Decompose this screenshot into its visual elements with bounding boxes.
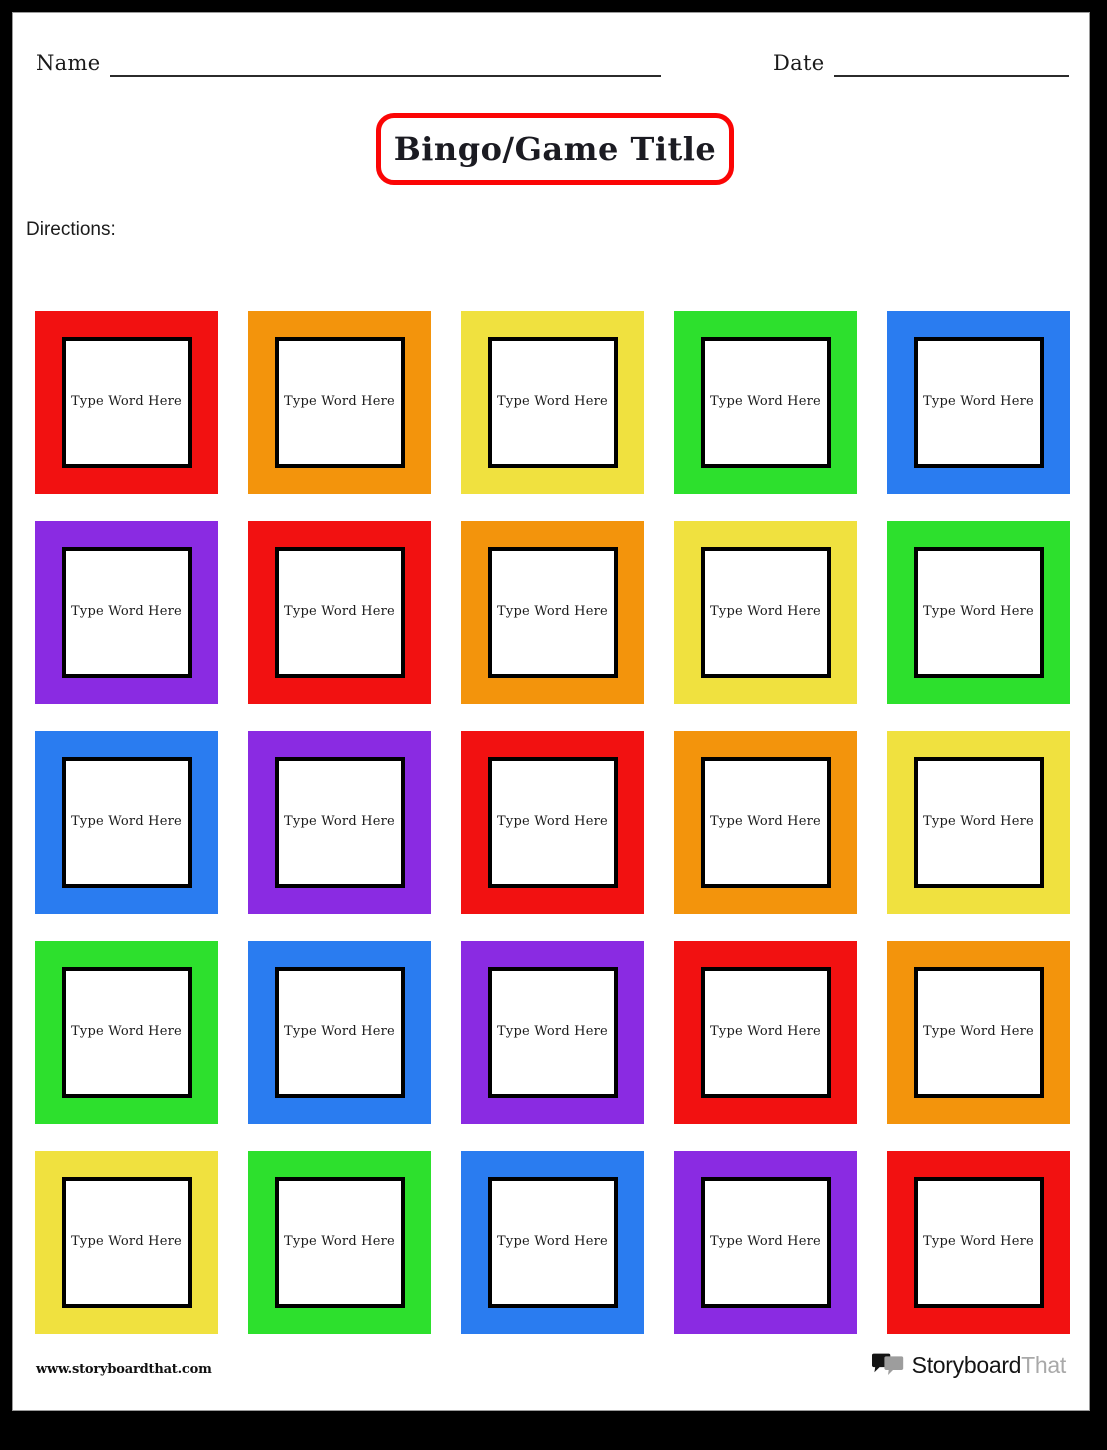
- bingo-cell-word-box[interactable]: Type Word Here: [487, 337, 618, 468]
- bingo-cell-text: Type Word Here: [497, 1024, 608, 1040]
- bingo-cell-text: Type Word Here: [284, 1234, 395, 1250]
- storyboardthat-logo[interactable]: StoryboardThat: [871, 1352, 1066, 1379]
- date-field[interactable]: Date: [773, 51, 1069, 77]
- bingo-cell[interactable]: Type Word Here: [461, 941, 644, 1124]
- bingo-cell-word-box[interactable]: Type Word Here: [700, 337, 831, 468]
- bingo-cell-text: Type Word Here: [923, 604, 1034, 620]
- bingo-cell[interactable]: Type Word Here: [674, 941, 857, 1124]
- speech-bubbles-icon: [871, 1353, 905, 1378]
- bingo-cell-word-box[interactable]: Type Word Here: [61, 757, 192, 888]
- bingo-cell[interactable]: Type Word Here: [35, 311, 218, 494]
- bingo-cell[interactable]: Type Word Here: [248, 521, 431, 704]
- logo-word-secondary: That: [1021, 1352, 1066, 1378]
- bingo-cell-word-box[interactable]: Type Word Here: [274, 547, 405, 678]
- bingo-cell-text: Type Word Here: [710, 604, 821, 620]
- bingo-cell-word-box[interactable]: Type Word Here: [274, 337, 405, 468]
- bingo-cell-text: Type Word Here: [923, 1234, 1034, 1250]
- logo-wordmark: StoryboardThat: [911, 1352, 1067, 1379]
- worksheet-page: Name Date Bingo/Game Title Directions: T…: [12, 12, 1090, 1411]
- bingo-cell[interactable]: Type Word Here: [461, 521, 644, 704]
- page-title: Bingo/Game Title: [393, 130, 717, 168]
- bingo-cell[interactable]: Type Word Here: [461, 311, 644, 494]
- bingo-cell[interactable]: Type Word Here: [887, 1151, 1070, 1334]
- logo-word-primary: Storyboard: [911, 1352, 1022, 1378]
- bingo-cell-word-box[interactable]: Type Word Here: [913, 1177, 1044, 1308]
- bingo-cell-word-box[interactable]: Type Word Here: [61, 337, 192, 468]
- date-label: Date: [773, 51, 825, 75]
- bingo-cell[interactable]: Type Word Here: [674, 311, 857, 494]
- bingo-cell-text: Type Word Here: [284, 394, 395, 410]
- worksheet-header: Name Date: [13, 51, 1089, 91]
- bingo-cell[interactable]: Type Word Here: [674, 1151, 857, 1334]
- bingo-cell-text: Type Word Here: [497, 814, 608, 830]
- bingo-cell-text: Type Word Here: [71, 814, 182, 830]
- bingo-cell-text: Type Word Here: [710, 1024, 821, 1040]
- bingo-cell-word-box[interactable]: Type Word Here: [700, 757, 831, 888]
- bingo-cell-word-box[interactable]: Type Word Here: [61, 1177, 192, 1308]
- date-write-line[interactable]: [834, 75, 1069, 77]
- bingo-cell-text: Type Word Here: [923, 814, 1034, 830]
- bingo-cell[interactable]: Type Word Here: [887, 941, 1070, 1124]
- bingo-cell-text: Type Word Here: [71, 394, 182, 410]
- bingo-cell[interactable]: Type Word Here: [35, 941, 218, 1124]
- bingo-cell-word-box[interactable]: Type Word Here: [61, 967, 192, 1098]
- bingo-cell-text: Type Word Here: [710, 394, 821, 410]
- bingo-cell-text: Type Word Here: [284, 604, 395, 620]
- name-write-line[interactable]: [110, 75, 661, 77]
- title-box[interactable]: Bingo/Game Title: [376, 113, 734, 185]
- name-label: Name: [36, 51, 101, 75]
- bingo-cell[interactable]: Type Word Here: [35, 521, 218, 704]
- bingo-cell[interactable]: Type Word Here: [248, 311, 431, 494]
- bingo-cell[interactable]: Type Word Here: [887, 311, 1070, 494]
- bingo-cell-word-box[interactable]: Type Word Here: [274, 967, 405, 1098]
- bingo-cell[interactable]: Type Word Here: [35, 731, 218, 914]
- bingo-cell[interactable]: Type Word Here: [461, 731, 644, 914]
- bingo-cell-word-box[interactable]: Type Word Here: [700, 547, 831, 678]
- bingo-cell-word-box[interactable]: Type Word Here: [487, 547, 618, 678]
- bingo-cell-text: Type Word Here: [710, 814, 821, 830]
- bingo-cell[interactable]: Type Word Here: [887, 521, 1070, 704]
- bingo-cell-word-box[interactable]: Type Word Here: [487, 757, 618, 888]
- bingo-cell-word-box[interactable]: Type Word Here: [913, 547, 1044, 678]
- bingo-cell-text: Type Word Here: [923, 394, 1034, 410]
- bingo-cell-text: Type Word Here: [71, 604, 182, 620]
- bingo-cell-word-box[interactable]: Type Word Here: [487, 967, 618, 1098]
- bingo-cell-text: Type Word Here: [284, 814, 395, 830]
- bingo-cell-word-box[interactable]: Type Word Here: [700, 1177, 831, 1308]
- bingo-grid: Type Word Here Type Word Here Type Word He…: [35, 311, 1070, 1334]
- bingo-cell[interactable]: Type Word Here: [674, 731, 857, 914]
- name-field[interactable]: Name: [36, 51, 661, 77]
- bingo-cell-word-box[interactable]: Type Word Here: [913, 757, 1044, 888]
- bingo-cell-word-box[interactable]: Type Word Here: [700, 967, 831, 1098]
- bingo-cell-text: Type Word Here: [284, 1024, 395, 1040]
- bingo-cell[interactable]: Type Word Here: [461, 1151, 644, 1334]
- worksheet-footer: www.storyboardthat.com StoryboardThat: [13, 1352, 1089, 1392]
- bingo-cell-text: Type Word Here: [710, 1234, 821, 1250]
- bingo-cell-text: Type Word Here: [71, 1234, 182, 1250]
- bingo-cell-word-box[interactable]: Type Word Here: [913, 967, 1044, 1098]
- bingo-cell[interactable]: Type Word Here: [248, 1151, 431, 1334]
- bingo-cell-text: Type Word Here: [71, 1024, 182, 1040]
- bingo-cell-word-box[interactable]: Type Word Here: [274, 757, 405, 888]
- bingo-cell[interactable]: Type Word Here: [248, 941, 431, 1124]
- bingo-cell-text: Type Word Here: [497, 394, 608, 410]
- bingo-cell-word-box[interactable]: Type Word Here: [274, 1177, 405, 1308]
- bingo-cell-word-box[interactable]: Type Word Here: [913, 337, 1044, 468]
- bingo-cell-word-box[interactable]: Type Word Here: [487, 1177, 618, 1308]
- bingo-cell[interactable]: Type Word Here: [674, 521, 857, 704]
- bingo-cell[interactable]: Type Word Here: [248, 731, 431, 914]
- bingo-cell[interactable]: Type Word Here: [35, 1151, 218, 1334]
- directions-label: Directions:: [26, 219, 116, 240]
- bingo-cell-text: Type Word Here: [497, 1234, 608, 1250]
- bingo-cell-text: Type Word Here: [923, 1024, 1034, 1040]
- bingo-cell-text: Type Word Here: [497, 604, 608, 620]
- bingo-cell-word-box[interactable]: Type Word Here: [61, 547, 192, 678]
- footer-url[interactable]: www.storyboardthat.com: [36, 1362, 212, 1377]
- bingo-cell[interactable]: Type Word Here: [887, 731, 1070, 914]
